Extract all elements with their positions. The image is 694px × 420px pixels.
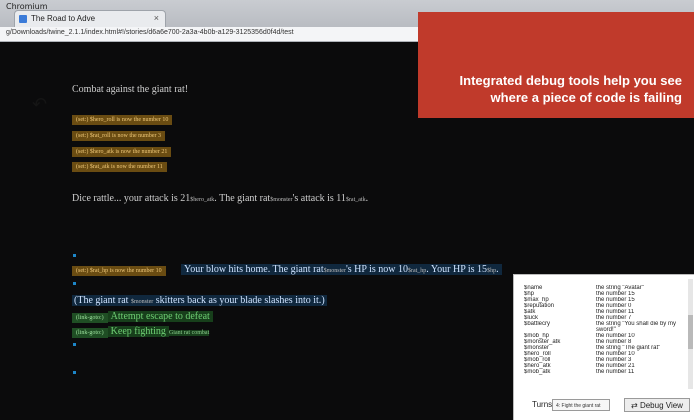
variable-value: the string "You shall die by my sword!" — [596, 321, 676, 333]
skitter-text-part: skitters back as your blade slashes into… — [155, 295, 322, 306]
escape-link-text[interactable]: Attempt escape to defeat — [107, 311, 213, 322]
passage-marker — [73, 282, 76, 285]
blow-text-part: . — [496, 264, 499, 275]
tab-title: The Road to Adve — [31, 14, 96, 23]
attack-result-text: Dice rattle... your attack is 21$hero_at… — [72, 193, 368, 204]
scrollbar-thumb[interactable] — [688, 315, 693, 349]
tab-close-icon[interactable]: × — [154, 13, 159, 23]
variable-tag[interactable]: $monster — [270, 197, 292, 203]
debug-view-button[interactable]: ⇄ Debug View — [624, 398, 690, 412]
variable-name: $battlecry — [524, 321, 551, 327]
variable-tag[interactable]: $monster — [324, 268, 346, 274]
attack-text-part: . The giant rat — [214, 193, 271, 204]
attack-text-part: 's attack is 11 — [292, 193, 346, 204]
undo-arrow-icon[interactable]: ↶ — [32, 94, 47, 115]
set-macro-debug[interactable]: (set:) $hero_roll is now the number 10 — [72, 115, 173, 125]
link-macro-tag: (link-goto:) — [72, 313, 108, 323]
variable-tag[interactable]: $rat_hp — [408, 268, 426, 274]
link-escape[interactable]: (link-goto:) Attempt escape to defeat — [72, 311, 213, 323]
blow-result-text: Your blow hits home. The giant rat$monst… — [181, 264, 502, 275]
blow-text-part: Your blow hits home. The giant rat — [184, 264, 324, 275]
link-macro-tag: (link-goto:) — [72, 328, 108, 338]
turn-select-value: 4: Fight the giant rat — [556, 403, 601, 409]
browser-tab[interactable]: The Road to Adve × — [14, 10, 166, 27]
link-keep-fighting[interactable]: (link-goto:) Keep fighting Giant rat comba… — [72, 326, 210, 338]
page-favicon-icon — [19, 15, 27, 23]
variable-tag[interactable]: $hp — [487, 268, 496, 274]
set-macro-debug[interactable]: (set:) $rat_roll is now the number 3 — [72, 131, 165, 141]
set-macro-debug[interactable]: (set:) $hero_atk is now the number 21 — [72, 147, 172, 157]
link-target-tag: Giant rat combat — [168, 330, 210, 336]
set-macro-debug[interactable]: (set:) $rat_atk is now the number 11 — [72, 162, 167, 172]
variable-tag[interactable]: $hero_atk — [190, 197, 214, 203]
variable-value: the number 11 — [596, 369, 635, 375]
attack-text-part: Dice rattle... your attack is 21 — [72, 193, 191, 204]
keep-fighting-link-text[interactable]: Keep fighting — [107, 326, 169, 337]
variables-scrollbar[interactable] — [688, 279, 693, 389]
variable-row: $mob_atk the number 11 — [524, 369, 689, 375]
skitter-text-part: ) — [321, 295, 325, 306]
passage-marker — [73, 371, 76, 374]
blow-text-part: . Your HP is 15 — [426, 264, 488, 275]
variable-list: $name the string "Avatar" $hp the number 1… — [524, 285, 689, 375]
skitter-text: (The giant rat $monster skitters back as… — [72, 295, 327, 306]
turn-select[interactable]: 4: Fight the giant rat — [552, 399, 610, 411]
address-url[interactable]: g/Downloads/twine_2.1.1/index.html#!/sto… — [6, 29, 294, 36]
variable-tag[interactable]: $rat_atk — [346, 197, 366, 203]
set-macro-debug[interactable]: (set:) $rat_hp is now the number 10 — [72, 266, 166, 276]
skitter-text-part: The giant rat — [77, 295, 129, 306]
blow-text-part: 's HP is now 10 — [345, 264, 408, 275]
passage-heading: Combat against the giant rat! — [72, 84, 189, 95]
variable-name: $mob_atk — [524, 369, 551, 375]
variable-tag[interactable]: $monster — [131, 299, 153, 305]
passage-marker — [73, 343, 76, 346]
attack-text-part: . — [365, 193, 369, 204]
callout-text: Integrated debug tools help you see wher… — [459, 73, 682, 105]
variable-row: $battlecry the string "You shall die by m… — [524, 321, 689, 333]
debug-panel: $name the string "Avatar" $hp the number 1… — [513, 274, 694, 420]
passage-marker — [73, 254, 76, 257]
